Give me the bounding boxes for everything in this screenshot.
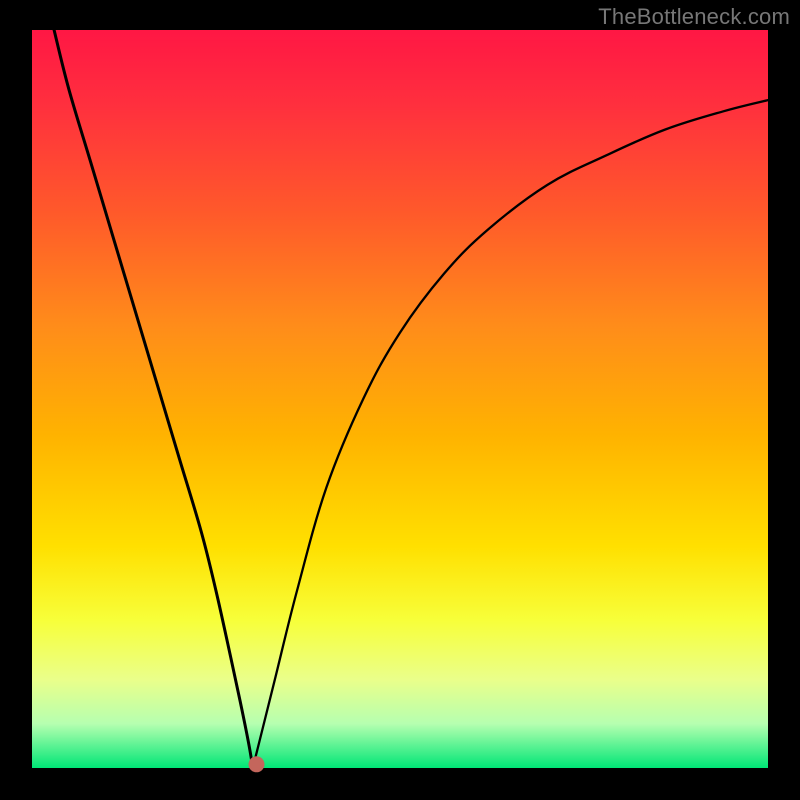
chart-container: TheBottleneck.com xyxy=(0,0,800,800)
bottleneck-marker xyxy=(248,756,264,772)
bottleneck-chart xyxy=(0,0,800,800)
watermark-label: TheBottleneck.com xyxy=(598,4,790,30)
plot-area xyxy=(32,30,768,768)
